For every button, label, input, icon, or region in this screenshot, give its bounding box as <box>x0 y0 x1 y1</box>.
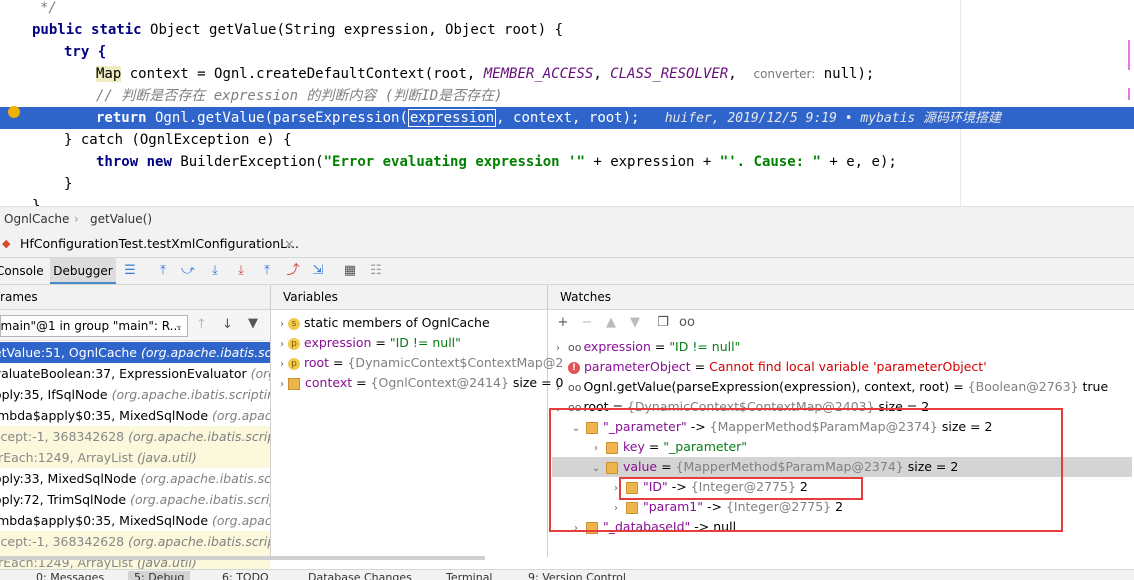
error-icon: ! <box>567 361 580 374</box>
chevron-right-icon[interactable]: › <box>552 379 564 399</box>
close-icon[interactable]: × <box>284 231 294 257</box>
frame-item[interactable]: apply:35, IfSqlNode (org.apache.ibatis.s… <box>0 384 270 405</box>
arrow-down-icon[interactable]: ↓ <box>222 317 233 332</box>
move-down-icon[interactable]: ▼ <box>627 315 643 331</box>
frame-item[interactable]: apply:33, MixedSqlNode (org.apache.ibati… <box>0 468 270 489</box>
step-out-icon[interactable]: ⤒ <box>259 263 275 279</box>
duplicate-icon[interactable]: ❐ <box>655 315 671 331</box>
arrow-up-icon[interactable]: ↑ <box>196 317 207 332</box>
remove-icon[interactable]: − <box>579 315 595 331</box>
breadcrumb-class[interactable]: OgnlCache <box>4 207 69 231</box>
breadcrumb: OgnlCache › getValue() <box>0 206 1134 231</box>
watch-icon: oo <box>567 381 582 394</box>
static-badge-icon: s <box>288 317 300 330</box>
debug-session-tab[interactable]: HfConfigurationTest.testXmlConfiguration… <box>20 231 299 257</box>
frame-item[interactable]: accept:-1, 368342628 (org.apache.ibatis.… <box>0 531 270 552</box>
step-over-icon[interactable]: ⤻ <box>180 263 196 279</box>
chevron-right-icon[interactable]: › <box>276 315 288 335</box>
frame-item[interactable]: lambda$apply$0:35, MixedSqlNode (org.apa… <box>0 510 270 531</box>
watch-row[interactable]: › oo Ognl.getValue(parseExpression(expres… <box>552 377 1108 397</box>
chevron-right-icon[interactable]: › <box>552 339 564 359</box>
git-blame-hint: huifer, 2019/12/5 9:19 • mybatis 源码环境搭建 <box>664 111 1002 126</box>
frame-item[interactable]: accept:-1, 368342628 (org.apache.ibatis.… <box>0 426 270 447</box>
watch-row[interactable]: › oo expression = "ID != null" <box>552 337 740 357</box>
watches-toolbar: + − ▲ ▼ ❐ oo <box>549 310 1134 336</box>
parameter-badge-icon: p <box>288 357 300 370</box>
force-step-into-icon[interactable]: ⤓ <box>233 263 249 279</box>
code-line: throw new BuilderException("Error evalua… <box>96 154 897 170</box>
chevron-right-icon[interactable]: › <box>276 355 288 375</box>
code-line: */ <box>40 0 57 16</box>
code-line: // 判断是否存在 expression 的判断内容 (判断ID是否存在) <box>96 88 503 104</box>
pane-divider[interactable] <box>270 285 271 557</box>
parameter-badge-icon: p <box>288 337 300 350</box>
move-up-icon[interactable]: ▲ <box>603 315 619 331</box>
thread-selector[interactable]: "main"@1 in group "main": R... ⌄ <box>0 315 188 337</box>
frame-item[interactable]: forEach:1249, ArrayList (java.util) <box>0 552 270 569</box>
code-line: try { <box>64 44 107 60</box>
tool-window-bar: 0: Messages 5: Debug 6: TODO Database Ch… <box>0 569 1134 580</box>
chevron-right-icon[interactable]: › <box>276 375 288 395</box>
highlight-box <box>619 477 863 500</box>
debug-session-tabbar: ◆ HfConfigurationTest.testXmlConfigurati… <box>0 231 1134 258</box>
current-execution-line: return Ognl.getValue(parseExpression(exp… <box>0 107 1134 129</box>
frame-item[interactable]: apply:72, TrimSqlNode (org.apache.ibatis… <box>0 489 270 510</box>
step-into-icon[interactable]: ⤓ <box>207 263 223 279</box>
glasses-icon[interactable]: oo <box>679 315 695 331</box>
lightbulb-icon[interactable] <box>8 106 20 118</box>
show-execution-point-icon[interactable]: ⤒ <box>155 263 171 279</box>
filter-icon[interactable]: ▼ <box>248 316 258 331</box>
run-to-cursor-icon[interactable]: ⇲ <box>310 263 326 279</box>
tab-debugger[interactable]: Debugger <box>50 258 116 284</box>
pane-divider[interactable] <box>547 285 548 557</box>
code-line: } <box>32 198 41 206</box>
variable-row[interactable]: › context = {OgnlContext@2414} size = 0 <box>276 373 564 393</box>
add-icon[interactable]: + <box>555 315 571 331</box>
code-line: public static Object getValue(String exp… <box>32 22 564 38</box>
code-line: Map context = Ognl.createDefaultContext(… <box>96 66 875 82</box>
variable-row[interactable]: › s static members of OgnlCache <box>276 313 490 333</box>
watches-header: Watches <box>548 285 1134 310</box>
variable-row[interactable]: › p expression = "ID != null" <box>276 333 461 353</box>
evaluate-expression-icon[interactable]: ▦ <box>342 263 358 279</box>
horizontal-scrollbar[interactable] <box>0 556 485 560</box>
breadcrumb-separator: › <box>74 212 79 226</box>
highlight-box <box>549 408 1063 532</box>
chevron-right-icon[interactable]: › <box>276 335 288 355</box>
breadcrumb-method[interactable]: getValue() <box>90 207 152 231</box>
frames-toolbar: "main"@1 in group "main": R... ⌄ ↑ ↓ ▼ <box>0 310 270 341</box>
code-editor[interactable]: */ public static Object getValue(String … <box>0 0 1134 206</box>
variables-header: Variables <box>271 285 547 310</box>
drop-frame-icon[interactable]: ⤴ <box>285 263 301 279</box>
debugger-toolbar: Console Debugger ☰ ⤒ ⤻ ⤓ ⤓ ⤒ ⤴ ⇲ ▦ ☷ <box>0 258 1134 285</box>
chevron-down-icon: ⌄ <box>174 320 183 331</box>
tab-console[interactable]: Console <box>0 258 44 284</box>
variable-row[interactable]: › p root = {DynamicContext$ContextMap@2 <box>276 353 563 373</box>
code-line: } catch (OgnlException e) { <box>64 132 292 148</box>
frame-item[interactable]: evaluateBoolean:37, ExpressionEvaluator … <box>0 363 270 384</box>
frame-item[interactable]: forEach:1249, ArrayList (java.util) <box>0 447 270 468</box>
field-icon <box>288 377 300 390</box>
watch-icon: oo <box>567 341 582 354</box>
watch-row[interactable]: ! parameterObject = Cannot find local var… <box>552 357 987 377</box>
frames-header: Frames <box>0 285 270 310</box>
frame-item[interactable]: lambda$apply$0:35, MixedSqlNode (org.apa… <box>0 405 270 426</box>
layout-icon[interactable]: ☰ <box>122 263 138 279</box>
trace-icon[interactable]: ☷ <box>368 263 384 279</box>
test-config-icon: ◆ <box>2 237 11 250</box>
code-line: } <box>64 176 73 192</box>
frame-item[interactable]: getValue:51, OgnlCache (org.apache.ibati… <box>0 342 270 363</box>
